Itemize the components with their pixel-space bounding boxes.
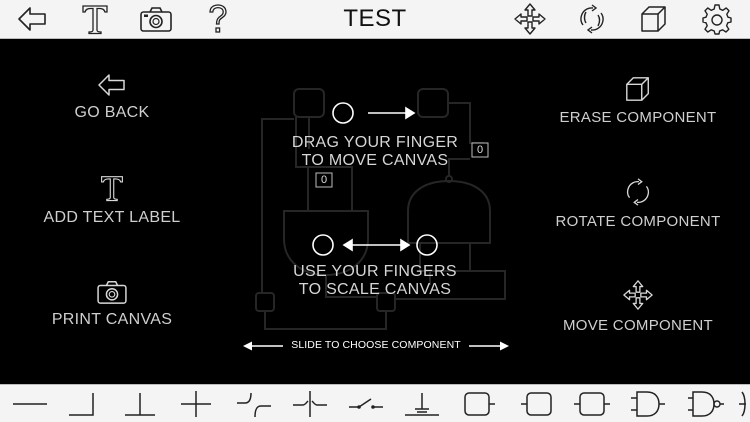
wire-bridge-curve-icon bbox=[237, 392, 271, 418]
add-text-button[interactable] bbox=[77, 2, 113, 36]
back-button[interactable] bbox=[14, 2, 50, 36]
component-wire-straight[interactable] bbox=[10, 388, 50, 420]
rotate-icon bbox=[580, 4, 604, 34]
component-ground-switch[interactable] bbox=[402, 388, 442, 420]
component-input-box[interactable] bbox=[458, 388, 498, 420]
help-move-component-label: MOVE COMPONENT bbox=[562, 317, 714, 334]
nand-gate-icon bbox=[688, 391, 724, 417]
help-go-back-label: GO BACK bbox=[74, 104, 150, 121]
component-wire-bridge-junction[interactable] bbox=[290, 388, 330, 420]
help-scale-line2: TO SCALE CANVAS bbox=[298, 281, 452, 298]
component-wire-cross[interactable] bbox=[176, 388, 216, 420]
wire-tee-icon bbox=[125, 393, 155, 416]
circuit-box-3 bbox=[255, 292, 275, 312]
scale-finger-left bbox=[312, 234, 334, 256]
move-mode-button[interactable] bbox=[512, 2, 548, 36]
input-a-value: 0 bbox=[320, 174, 328, 186]
node-box-icon bbox=[574, 392, 610, 416]
back-arrow-icon bbox=[18, 7, 46, 31]
component-node-box[interactable] bbox=[572, 388, 612, 420]
settings-button[interactable] bbox=[699, 2, 735, 36]
camera-button[interactable] bbox=[138, 2, 174, 36]
component-palette[interactable] bbox=[0, 384, 750, 422]
help-print-canvas: PRINT CANVAS bbox=[42, 279, 182, 329]
component-wire-corner[interactable] bbox=[64, 388, 104, 420]
circuit-box-2 bbox=[417, 88, 449, 118]
and-gate-icon bbox=[631, 391, 665, 417]
3d-view-button[interactable] bbox=[636, 2, 672, 36]
help-erase-component-label: ERASE COMPONENT bbox=[559, 109, 717, 126]
help-rotate-component: ROTATE COMPONENT bbox=[548, 177, 728, 230]
app-window: TEST 0 0 GO BACK ADD TEXT LABEL PRINT CA… bbox=[0, 0, 750, 422]
move-arrows-icon bbox=[514, 3, 546, 35]
help-add-text-label: ADD TEXT LABEL bbox=[32, 173, 192, 227]
input-box-icon bbox=[464, 392, 495, 416]
help-drag-line2: TO MOVE CANVAS bbox=[301, 152, 449, 169]
help-button[interactable] bbox=[200, 2, 236, 36]
help-drag-line1: DRAG YOUR FINGER bbox=[291, 134, 459, 151]
circuit-box-1 bbox=[293, 88, 325, 118]
slide-hint: SLIDE TO CHOOSE COMPONENT bbox=[243, 337, 509, 355]
circuit-canvas[interactable]: 0 0 GO BACK ADD TEXT LABEL PRINT CANVAS bbox=[0, 39, 750, 384]
component-nand-gate[interactable] bbox=[686, 388, 726, 420]
switch-icon bbox=[349, 398, 383, 409]
cube-icon bbox=[626, 77, 649, 101]
help-scale-line1: USE YOUR FINGERS bbox=[293, 263, 457, 280]
rotate-icon bbox=[626, 178, 650, 206]
help-add-text-label-label: ADD TEXT LABEL bbox=[43, 209, 181, 226]
help-drag-canvas: DRAG YOUR FINGER TO MOVE CANVAS bbox=[275, 134, 475, 170]
component-wire-bridge-curve[interactable] bbox=[232, 388, 272, 420]
component-partial-next[interactable] bbox=[738, 388, 750, 420]
page-title: TEST bbox=[343, 5, 407, 32]
back-arrow-icon bbox=[98, 74, 125, 96]
slide-hint-label: SLIDE TO CHOOSE COMPONENT bbox=[291, 339, 461, 351]
wire-bridge-junction-icon bbox=[293, 391, 327, 417]
move-arrows-icon bbox=[623, 280, 653, 310]
component-switch[interactable] bbox=[346, 388, 386, 420]
wire-straight-icon bbox=[13, 403, 47, 405]
camera-icon bbox=[97, 281, 127, 304]
component-and-gate[interactable] bbox=[628, 388, 668, 420]
help-question-icon bbox=[209, 4, 227, 33]
component-wire-tee[interactable] bbox=[120, 388, 160, 420]
partial-component-icon bbox=[739, 391, 746, 417]
top-toolbar: TEST bbox=[0, 0, 750, 39]
help-rotate-component-label: ROTATE COMPONENT bbox=[555, 213, 721, 230]
help-go-back: GO BACK bbox=[52, 72, 172, 122]
rotate-button[interactable] bbox=[574, 2, 610, 36]
drag-finger-circle bbox=[332, 102, 354, 124]
wire-corner-icon bbox=[69, 393, 94, 416]
cube-icon bbox=[641, 6, 666, 32]
text-label-icon bbox=[101, 176, 123, 202]
component-output-box[interactable] bbox=[518, 388, 558, 420]
gear-icon bbox=[702, 4, 732, 35]
help-scale-canvas: USE YOUR FINGERS TO SCALE CANVAS bbox=[275, 263, 475, 299]
nand-gate-shape bbox=[407, 179, 491, 244]
help-print-canvas-label: PRINT CANVAS bbox=[51, 311, 173, 328]
help-erase-component: ERASE COMPONENT bbox=[558, 75, 718, 126]
ground-switch-icon bbox=[405, 393, 439, 416]
wire-cross-icon bbox=[181, 391, 211, 417]
help-move-component: MOVE COMPONENT bbox=[558, 279, 718, 334]
text-label-icon bbox=[82, 5, 108, 35]
camera-icon bbox=[140, 7, 172, 32]
output-box-icon bbox=[521, 392, 552, 416]
